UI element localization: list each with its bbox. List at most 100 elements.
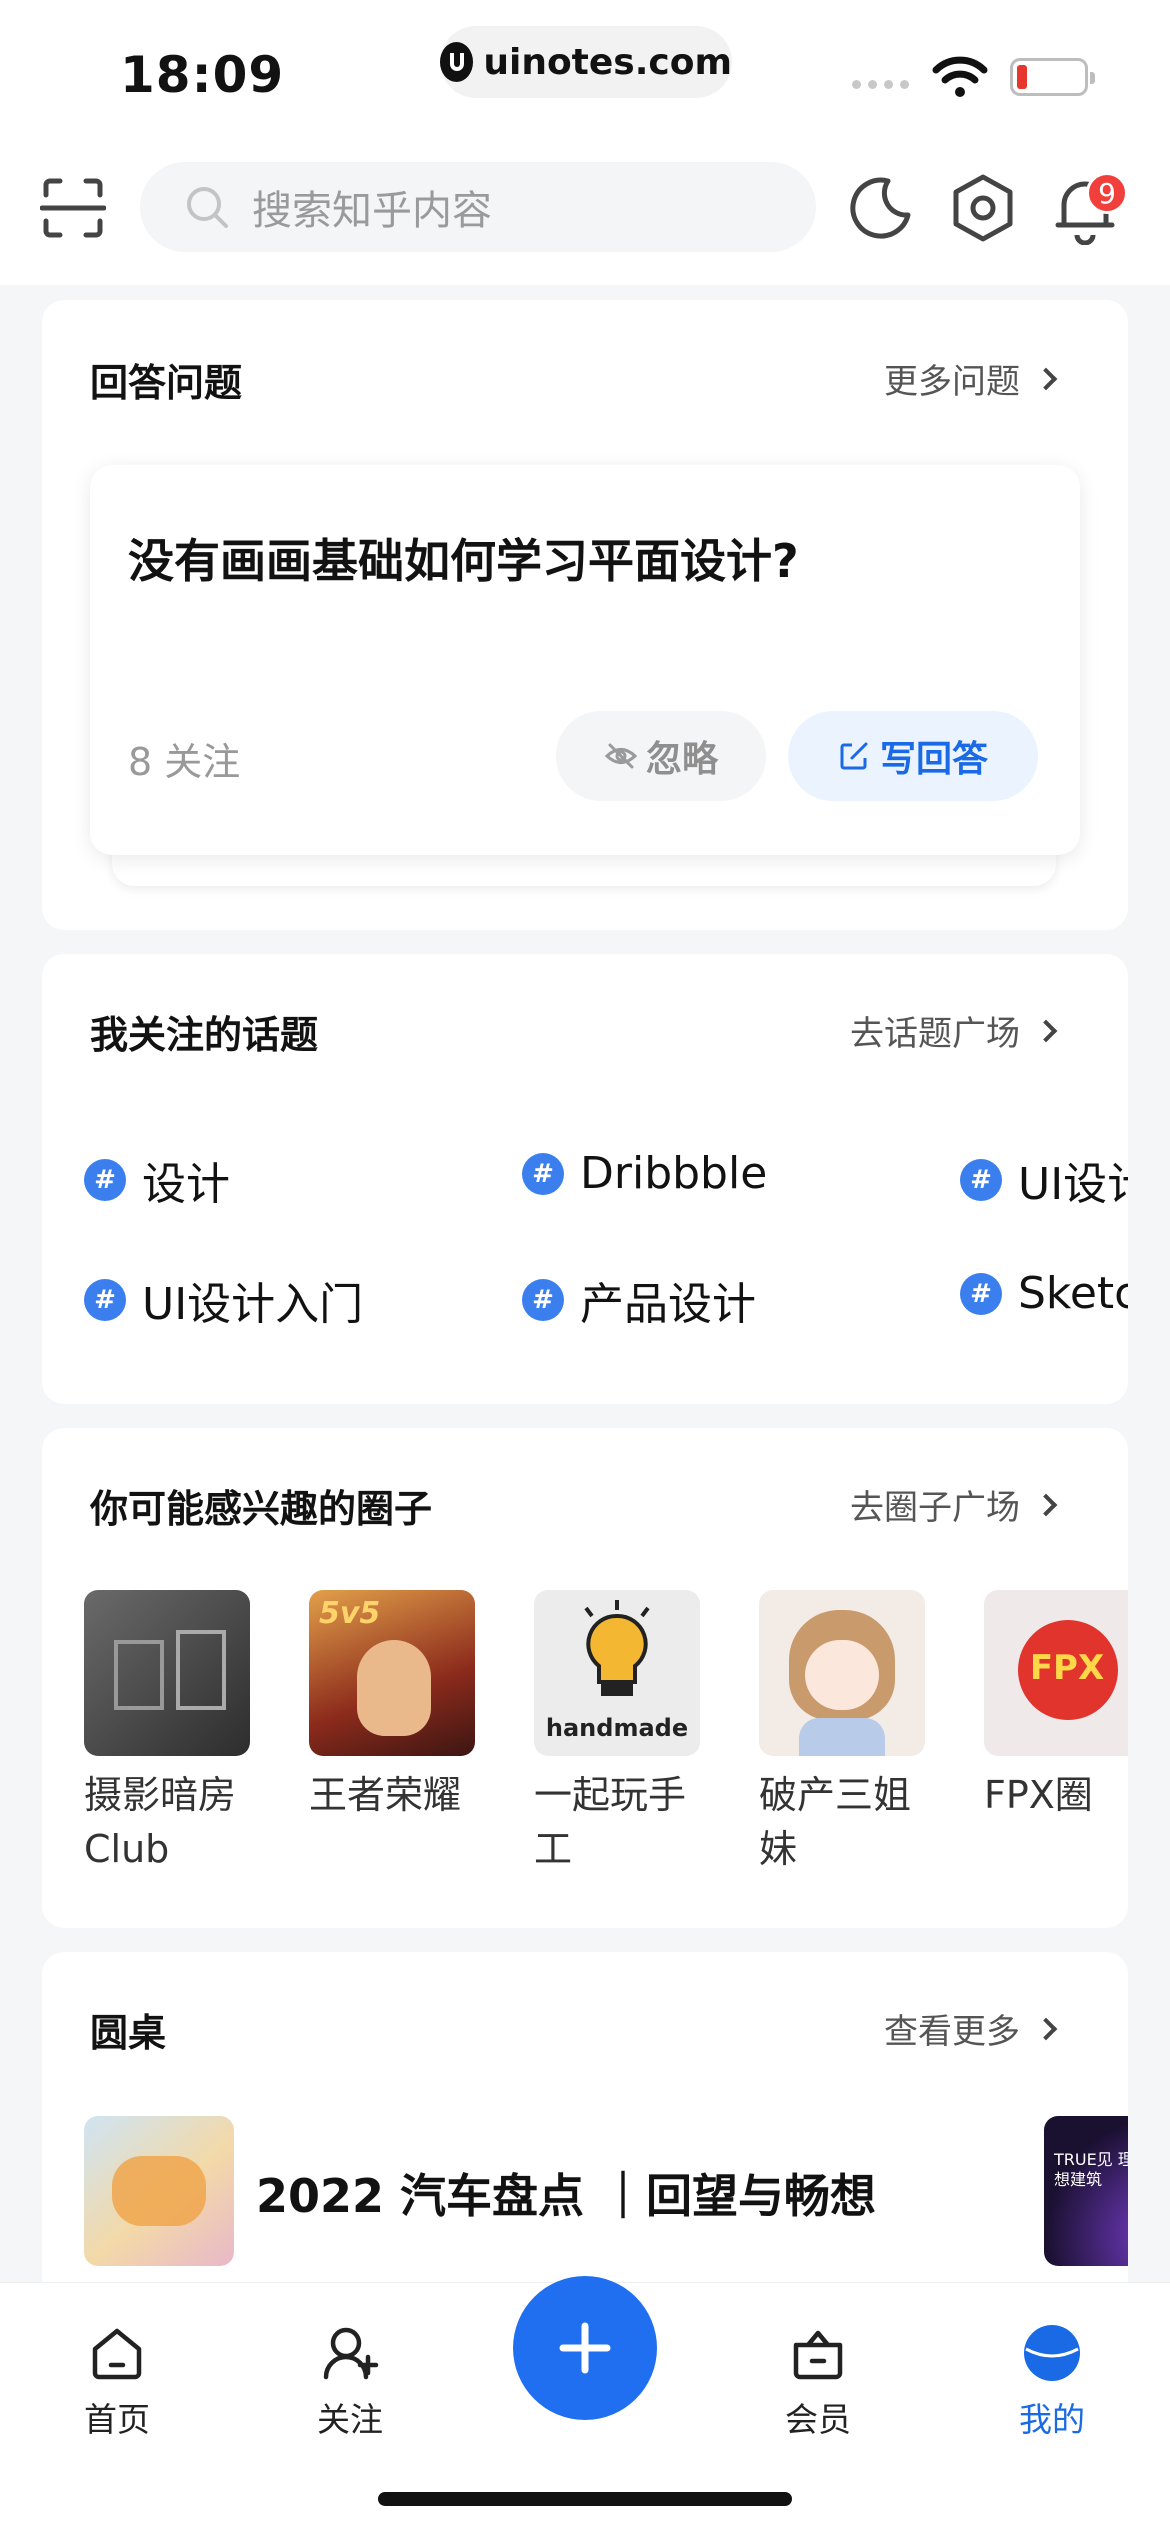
game-logo-text: 5v5	[319, 1596, 381, 1631]
follow-count: 8 关注	[128, 740, 241, 784]
circle-item[interactable]: FPX FPX圈	[984, 1590, 1128, 1822]
topic-label: Sketch	[1018, 1268, 1128, 1319]
topic-label: 设计	[142, 1159, 230, 1210]
tab-home[interactable]: 首页	[47, 2323, 187, 2441]
ignore-button[interactable]: 忽略	[556, 711, 766, 801]
circle-item[interactable]: 破产三姐 妹	[759, 1590, 925, 1876]
search-placeholder: 搜索知乎内容	[252, 188, 492, 234]
lightbulb-icon	[584, 1600, 650, 1696]
tab-label: 我的	[1019, 2400, 1085, 2439]
follow-user-icon	[323, 2327, 379, 2380]
circle-item[interactable]: 摄影暗房 Club	[84, 1590, 250, 1876]
circle-square-link[interactable]: 去圈子广场	[850, 1480, 1058, 1529]
chevron-right-icon	[1034, 1493, 1058, 1516]
roundtable-thumbnail[interactable]	[84, 2116, 234, 2266]
tab-label: 会员	[785, 2400, 851, 2439]
more-questions-label: 更多问题	[884, 362, 1020, 402]
status-bar: 18:09 uinotes.com	[0, 0, 1170, 145]
section-title: 圆桌	[90, 2011, 167, 2055]
write-answer-label: 写回答	[879, 739, 988, 780]
circle-thumbnail	[84, 1590, 250, 1756]
home-indicator	[378, 2492, 792, 2506]
hashtag-icon: #	[522, 1279, 564, 1321]
tab-label: 首页	[84, 2400, 150, 2439]
edit-icon	[840, 742, 868, 770]
topic-square-label: 去话题广场	[850, 1014, 1020, 1054]
circle-thumbnail: handmade	[534, 1590, 700, 1756]
tab-label: 关注	[317, 2400, 383, 2439]
plus-icon	[559, 2322, 611, 2374]
view-more-label: 查看更多	[884, 2012, 1020, 2052]
tab-follow[interactable]: 关注	[280, 2323, 420, 2441]
circle-thumbnail	[759, 1590, 925, 1756]
topic-item[interactable]: # UI设计入门	[84, 1268, 363, 1332]
topic-item[interactable]: # 设计	[84, 1148, 230, 1212]
scan-icon[interactable]	[40, 175, 106, 241]
tab-me[interactable]: 我的	[982, 2323, 1122, 2441]
dark-mode-moon-icon[interactable]	[848, 175, 914, 241]
signal-icon	[852, 80, 909, 89]
status-time: 18:09	[120, 46, 285, 104]
hashtag-icon: #	[960, 1272, 1002, 1315]
question-text[interactable]: 没有画画基础如何学习平面设计?	[128, 525, 799, 591]
topic-square-link[interactable]: 去话题广场	[850, 1006, 1058, 1055]
circle-name: FPX圈	[984, 1773, 1093, 1817]
circle-name: 破产三姐 妹	[759, 1773, 912, 1871]
chevron-right-icon	[1034, 2017, 1058, 2040]
topic-label: UI设计	[1018, 1159, 1128, 1210]
circle-name: 摄影暗房 Club	[84, 1773, 237, 1871]
circle-name: 王者荣耀	[309, 1773, 462, 1817]
view-more-link[interactable]: 查看更多	[884, 2004, 1058, 2053]
settings-icon[interactable]	[950, 173, 1016, 243]
url-pill[interactable]: uinotes.com	[440, 26, 732, 98]
hashtag-icon: #	[84, 1159, 126, 1201]
hashtag-icon: #	[960, 1159, 1002, 1201]
ignore-label: 忽略	[645, 739, 718, 780]
question-card[interactable]: 没有画画基础如何学习平面设计? 8 关注 忽略 写回答	[90, 465, 1080, 855]
eye-off-icon	[604, 743, 638, 769]
chevron-right-icon	[1034, 1019, 1058, 1042]
topic-item[interactable]: # Dribbble	[522, 1148, 767, 1199]
circle-item[interactable]: 5v5 王者荣耀	[309, 1590, 475, 1822]
followed-topics-card: 我关注的话题 去话题广场 # 设计 # Dribbble # UI设计 # UI…	[42, 954, 1128, 1404]
circle-item[interactable]: handmade 一起玩手 工	[534, 1590, 700, 1876]
url-text: uinotes.com	[483, 41, 732, 83]
top-header: 搜索知乎内容	[0, 145, 1170, 285]
search-icon	[187, 187, 228, 228]
topic-item[interactable]: # Sketch	[960, 1268, 1128, 1319]
roundtable-item-title[interactable]: 2022 汽车盘点 ｜回望与畅想	[256, 2160, 876, 2226]
chevron-right-icon	[1034, 367, 1058, 390]
circle-thumbnail: 5v5	[309, 1590, 475, 1756]
hashtag-icon: #	[522, 1152, 564, 1195]
fpx-logo-text: FPX	[1029, 1648, 1105, 1688]
next-thumb-text: TRUE见 理想建筑	[1054, 2150, 1128, 2189]
search-input[interactable]: 搜索知乎内容	[140, 162, 816, 252]
battery-icon	[1010, 58, 1095, 96]
membership-icon	[793, 2330, 843, 2380]
topic-label: 产品设计	[580, 1279, 756, 1330]
section-title: 我关注的话题	[90, 1013, 319, 1057]
hashtag-icon: #	[84, 1279, 126, 1321]
topic-item[interactable]: # 产品设计	[522, 1268, 756, 1332]
topic-item[interactable]: # UI设计	[960, 1148, 1128, 1212]
topic-label: Dribbble	[580, 1148, 768, 1199]
next-roundtable-thumbnail[interactable]: TRUE见 理想建筑	[1044, 2116, 1128, 2266]
circles-card: 你可能感兴趣的圈子 去圈子广场 摄影暗房 Club 5v5 王者荣耀 handm…	[42, 1428, 1128, 1928]
more-questions-link[interactable]: 更多问题	[884, 354, 1058, 403]
tab-membership[interactable]: 会员	[748, 2323, 888, 2441]
site-logo-icon	[440, 42, 474, 82]
wifi-icon	[932, 56, 988, 97]
write-answer-button[interactable]: 写回答	[788, 711, 1038, 801]
topic-label: UI设计入门	[142, 1279, 364, 1330]
roundtable-card: 圆桌 查看更多 2022 汽车盘点 ｜回望与畅想 TRUE见 理想建筑	[42, 1952, 1128, 2312]
circle-name: 一起玩手 工	[534, 1773, 687, 1871]
section-title: 你可能感兴趣的圈子	[90, 1487, 433, 1531]
handmade-logo-text: handmade	[545, 1714, 689, 1742]
notification-badge: 9	[1086, 172, 1128, 214]
home-icon	[92, 2328, 142, 2380]
profile-avatar-icon	[1024, 2325, 1080, 2381]
section-title: 回答问题	[90, 361, 243, 405]
circle-square-label: 去圈子广场	[850, 1488, 1020, 1528]
create-post-button[interactable]	[513, 2276, 657, 2420]
circle-thumbnail: FPX	[984, 1590, 1128, 1756]
